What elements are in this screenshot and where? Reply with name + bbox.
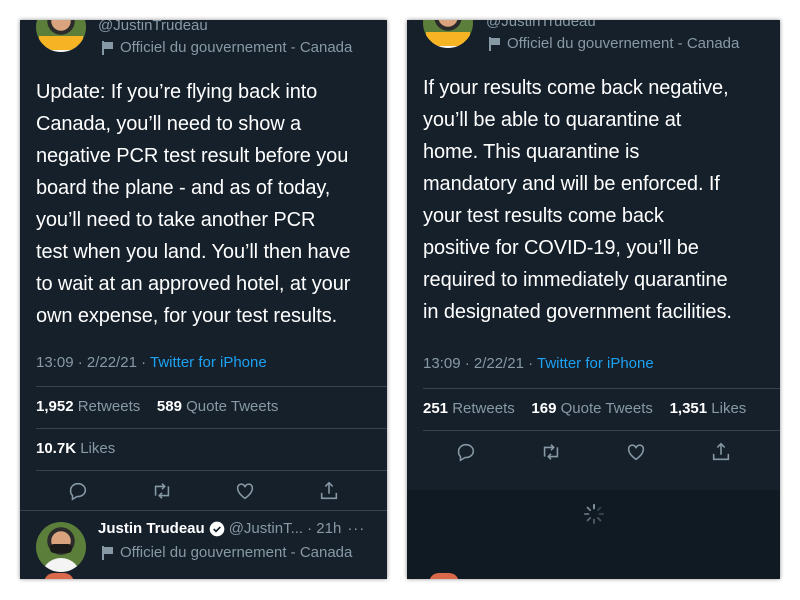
- government-label: Officiel du gouvernement - Canada: [487, 35, 739, 52]
- engagement-stats: 251 Retweets 169 Quote Tweets 1,351 Like…: [423, 400, 746, 417]
- next-tweet-author[interactable]: Justin Trudeau @JustinT... · 21h ···: [98, 520, 365, 537]
- divider: [423, 430, 780, 431]
- retweets-stat[interactable]: 1,952 Retweets: [36, 398, 140, 415]
- like-icon[interactable]: [624, 440, 648, 464]
- divider: [36, 428, 387, 429]
- loading-spinner-icon: [583, 503, 605, 525]
- quote-tweets-stat[interactable]: 589 Quote Tweets: [157, 398, 278, 415]
- more-icon[interactable]: ···: [347, 520, 365, 537]
- tweet-source-link[interactable]: Twitter for iPhone: [150, 354, 267, 371]
- share-icon[interactable]: [317, 479, 341, 503]
- divider: [423, 388, 780, 389]
- reply-icon[interactable]: [454, 440, 478, 464]
- tweet-time: · 21h: [307, 520, 342, 537]
- flag-icon: [100, 40, 114, 55]
- tweet-text: Update: If you’re flying back into Canad…: [36, 81, 351, 327]
- author-handle-top[interactable]: @JustinTrudeau: [98, 20, 208, 34]
- tweet-source-link[interactable]: Twitter for iPhone: [537, 355, 654, 372]
- tweet-timestamp: 13:09 · 2/22/21 · Twitter for iPhone: [36, 354, 267, 371]
- likes-stat[interactable]: 10.7K Likes: [36, 440, 115, 457]
- quote-tweets-stat[interactable]: 169 Quote Tweets: [531, 400, 652, 417]
- retweets-stat[interactable]: 251 Retweets: [423, 400, 515, 417]
- divider: [36, 470, 387, 471]
- verified-icon: [209, 521, 225, 536]
- replies-loading-area: [407, 490, 780, 579]
- government-label: Officiel du gouvernement - Canada: [100, 39, 352, 56]
- tweet-text: If your results come back negative, you’…: [423, 77, 732, 323]
- avatar[interactable]: [36, 20, 86, 52]
- avatar[interactable]: [44, 573, 74, 579]
- tweet-actions: [36, 479, 371, 503]
- retweet-icon[interactable]: [539, 440, 563, 464]
- tweet-timestamp: 13:09 · 2/22/21 · Twitter for iPhone: [423, 355, 654, 372]
- reply-icon[interactable]: [66, 479, 90, 503]
- author-handle-top[interactable]: @JustinTrudeau: [486, 20, 596, 30]
- tweet-panel-right: @JustinTrudeau Officiel du gouvernement …: [407, 20, 780, 579]
- share-icon[interactable]: [709, 440, 733, 464]
- tweet-panel-left: @JustinTrudeau Officiel du gouvernement …: [20, 20, 387, 579]
- engagement-stats: 1,952 Retweets 589 Quote Tweets: [36, 398, 278, 415]
- government-label: Officiel du gouvernement - Canada: [100, 544, 352, 561]
- likes-stat[interactable]: 1,351 Likes: [670, 400, 747, 417]
- tweet-actions: [423, 440, 763, 464]
- like-icon[interactable]: [233, 479, 257, 503]
- divider: [20, 510, 387, 511]
- flag-icon: [487, 36, 501, 51]
- avatar[interactable]: [429, 573, 459, 579]
- divider: [36, 386, 387, 387]
- avatar[interactable]: [36, 522, 86, 572]
- avatar[interactable]: [423, 20, 473, 48]
- flag-icon: [100, 545, 114, 560]
- author-handle[interactable]: @JustinT...: [229, 520, 303, 537]
- author-name[interactable]: Justin Trudeau: [98, 520, 205, 537]
- retweet-icon[interactable]: [150, 479, 174, 503]
